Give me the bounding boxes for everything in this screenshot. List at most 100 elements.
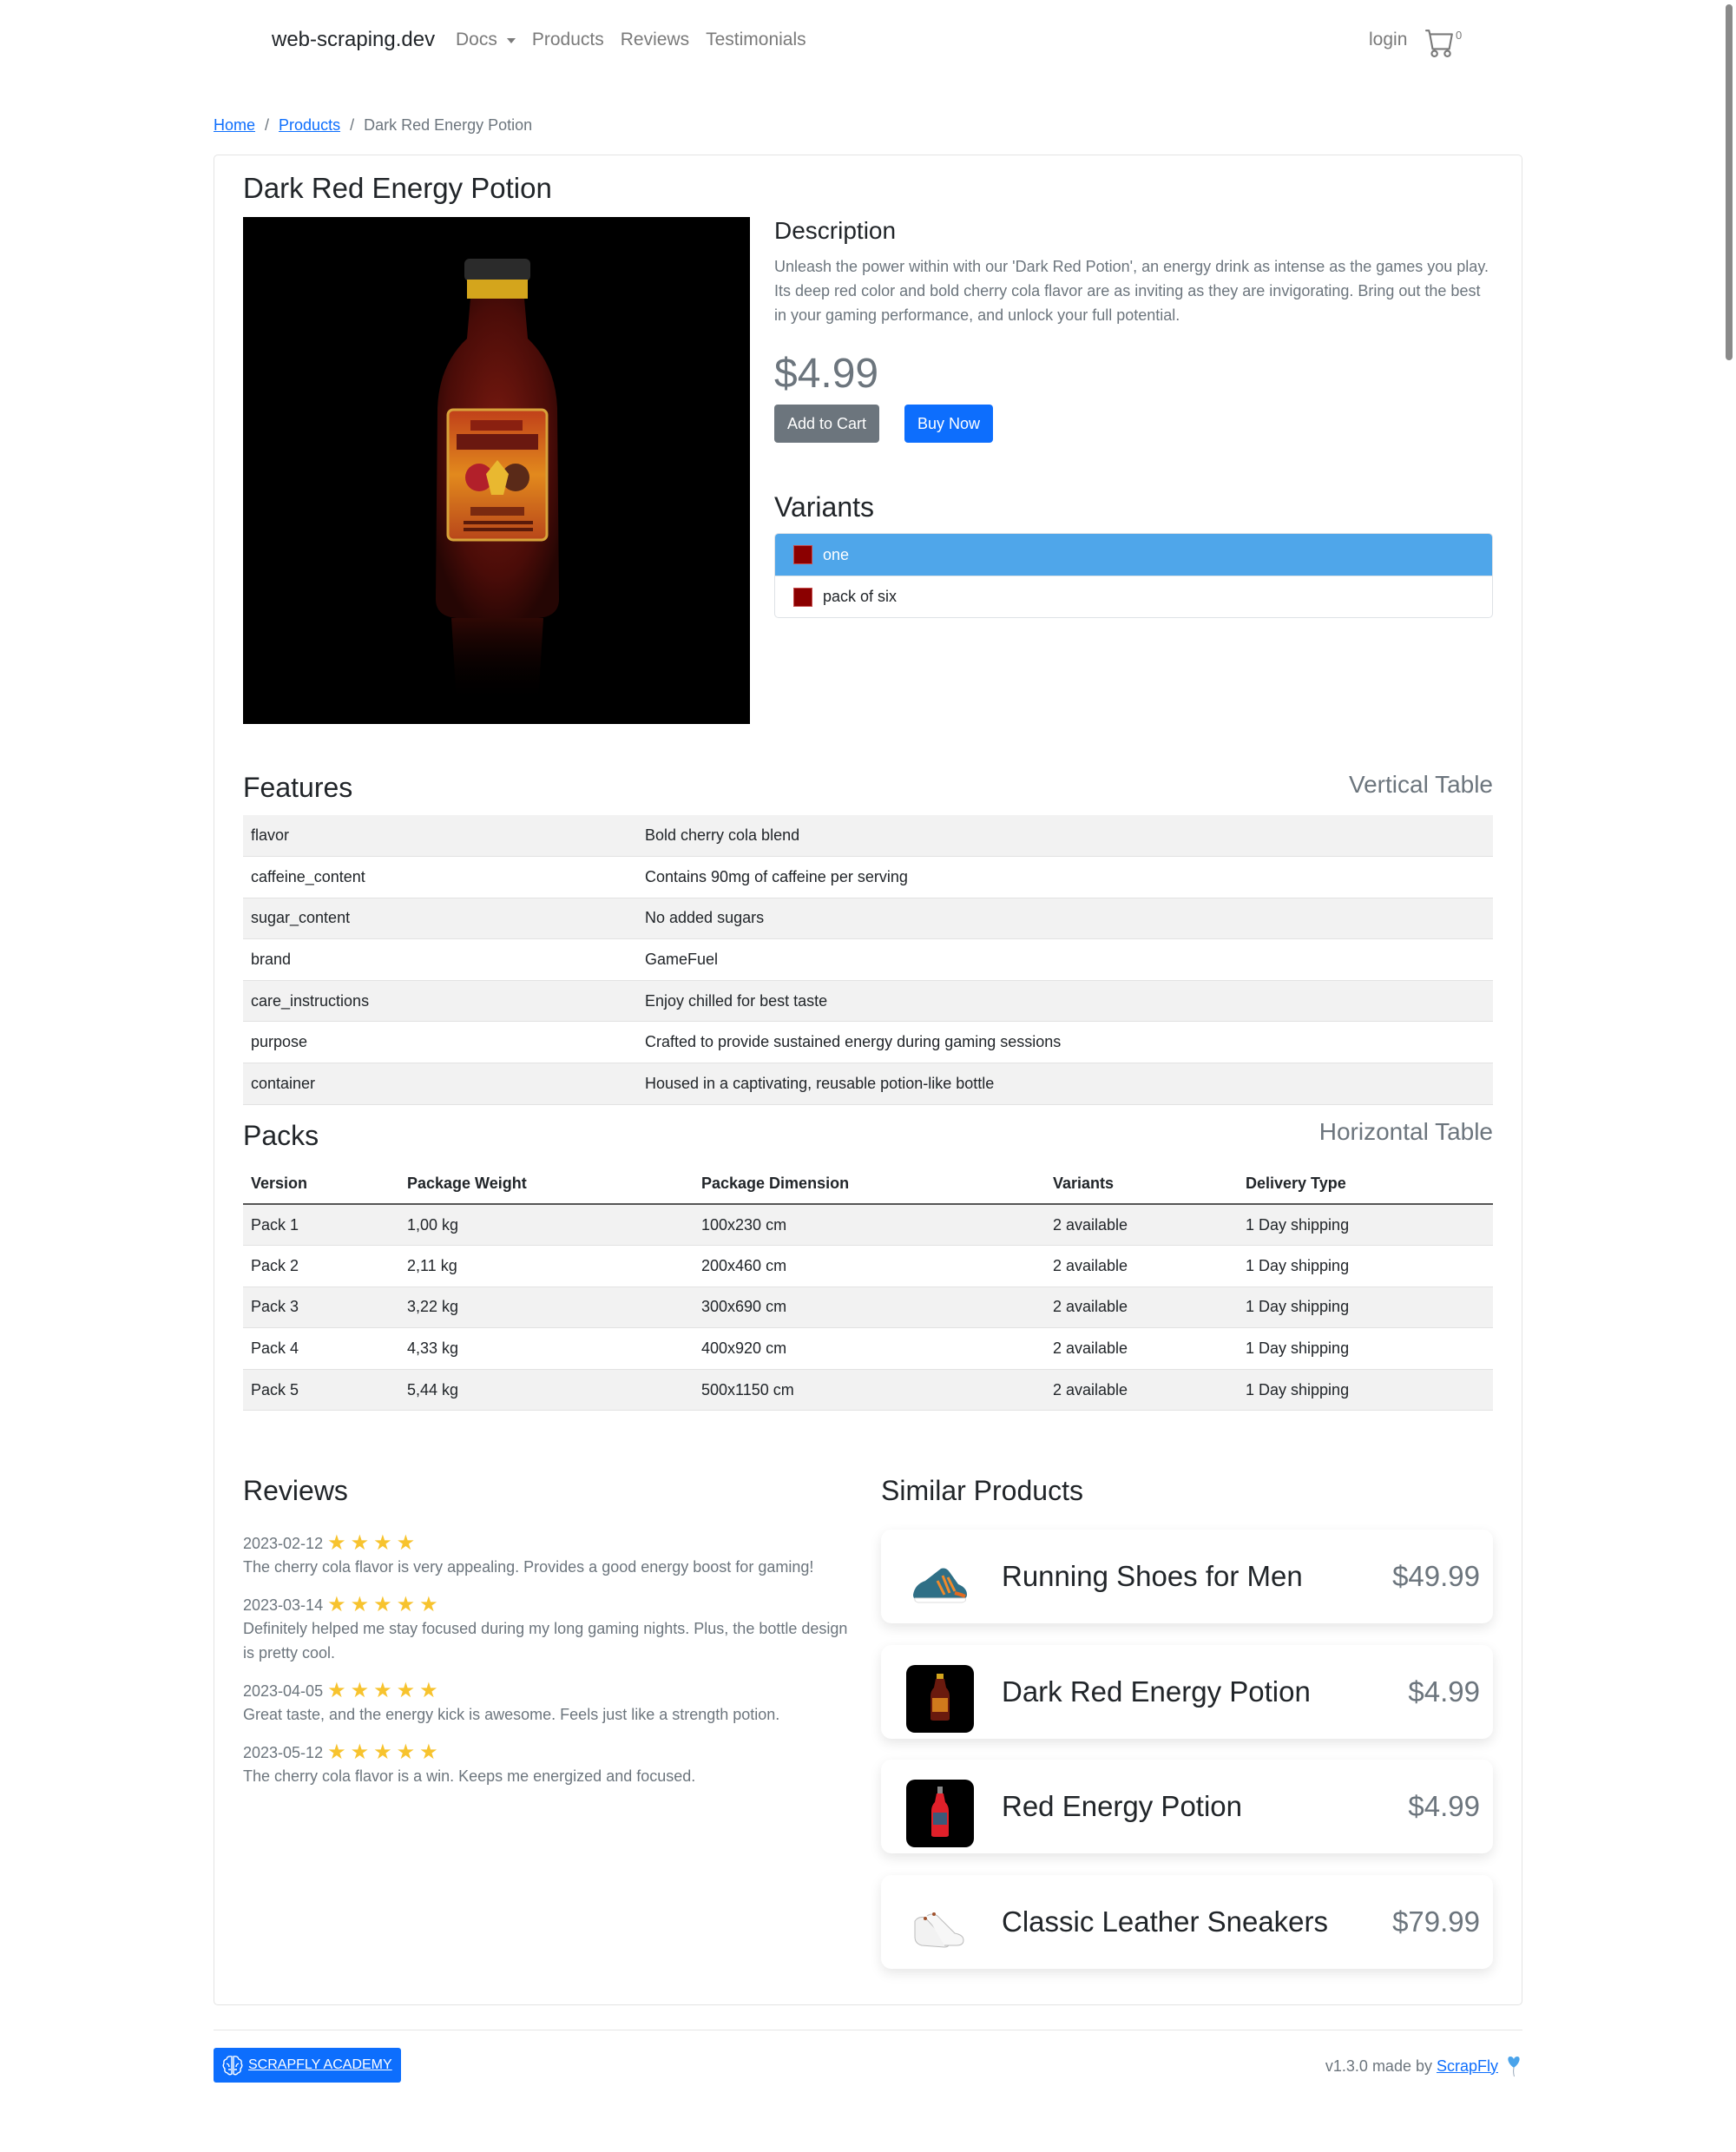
variant-option-pack-of-six[interactable]: pack of six: [775, 576, 1492, 617]
star-icon: ★: [396, 1531, 416, 1555]
similar-product-card[interactable]: Classic Leather Sneakers $79.99: [881, 1874, 1493, 1969]
packs-header-row: Version Package Weight Package Dimension…: [243, 1163, 1493, 1205]
feature-value: No added sugars: [637, 898, 1493, 940]
star-icon: ★: [327, 1531, 346, 1555]
nav-testimonials[interactable]: Testimonials: [706, 30, 806, 50]
pack-cell: Pack 3: [243, 1287, 399, 1329]
reviews-heading: Reviews: [243, 1475, 348, 1506]
review-item: 2023-04-05 ★ ★ ★ ★ ★ Great taste, and the ener…: [243, 1680, 851, 1727]
review-date: 2023-05-12: [243, 1743, 324, 1761]
review-rating: ★ ★ ★ ★: [327, 1533, 419, 1554]
features-heading: Features: [243, 772, 353, 803]
pack-row: Pack 2 2,11 kg 200x460 cm 2 available 1 Day …: [243, 1245, 1493, 1287]
star-icon: ★: [396, 1741, 416, 1764]
pack-cell: Pack 2: [243, 1245, 399, 1287]
review-date: 2023-03-14: [243, 1596, 324, 1614]
feature-key: container: [243, 1063, 637, 1105]
pack-cell: 2 available: [1045, 1245, 1238, 1287]
review-date: 2023-04-05: [243, 1681, 324, 1700]
column-header: Package Dimension: [694, 1163, 1045, 1205]
chevron-down-icon: [506, 38, 516, 43]
pack-row: Pack 3 3,22 kg 300x690 cm 2 available 1 Day …: [243, 1287, 1493, 1329]
pack-cell: 5,44 kg: [399, 1369, 694, 1412]
add-to-cart-button[interactable]: Add to Cart: [774, 405, 880, 443]
nav-products[interactable]: Products: [532, 30, 604, 50]
pack-cell: 1 Day shipping: [1238, 1369, 1493, 1412]
pack-cell: 1 Day shipping: [1238, 1245, 1493, 1287]
color-swatch: [793, 545, 812, 564]
pack-row: Pack 4 4,33 kg 400x920 cm 2 available 1 Day …: [243, 1327, 1493, 1370]
pack-cell: 1 Day shipping: [1238, 1287, 1493, 1329]
color-swatch: [793, 587, 812, 607]
column-header: Variants: [1045, 1163, 1238, 1205]
review-item: 2023-03-14 ★ ★ ★ ★ ★ Definitely helped me stay…: [243, 1594, 851, 1665]
review-item: 2023-02-12 ★ ★ ★ ★ The cherry cola flavor is …: [243, 1532, 851, 1579]
review-text: The cherry cola flavor is a win. Keeps m…: [243, 1767, 696, 1785]
star-icon: ★: [373, 1741, 392, 1764]
similar-product-card[interactable]: Dark Red Energy Potion $4.99: [881, 1644, 1493, 1739]
variants-heading: Variants: [774, 491, 875, 523]
product-image: [243, 217, 750, 724]
nav-reviews[interactable]: Reviews: [621, 30, 689, 50]
similar-product-price: $49.99: [1392, 1560, 1480, 1592]
feature-value: Housed in a captivating, reusable potion…: [637, 1063, 1493, 1105]
similar-product-card[interactable]: Running Shoes for Men $49.99: [881, 1530, 1493, 1623]
pack-row: Pack 5 5,44 kg 500x1150 cm 2 available 1 Day…: [243, 1369, 1493, 1412]
features-table: flavor Bold cherry cola blend caffeine_con…: [243, 815, 1493, 1105]
academy-label: SCRAPFLY ACADEMY: [248, 2057, 392, 2072]
pack-row: Pack 1 1,00 kg 100x230 cm 2 available 1 Day …: [243, 1204, 1493, 1247]
reviews-list: 2023-02-12 ★ ★ ★ ★ The cherry cola flavor is …: [243, 1532, 851, 1803]
product-description: Unleash the power within with our 'Dark …: [774, 258, 1489, 324]
similar-product-name[interactable]: Running Shoes for Men: [1002, 1560, 1303, 1593]
feature-row: sugar_content No added sugars: [243, 898, 1493, 940]
similar-product-thumbnail: [906, 1664, 974, 1733]
star-icon: ★: [350, 1531, 370, 1555]
pack-cell: 1 Day shipping: [1238, 1327, 1493, 1370]
navbar: web-scraping.dev Docs Products Reviews T…: [0, 0, 1727, 83]
feature-key: flavor: [243, 815, 637, 858]
star-icon: ★: [350, 1741, 370, 1764]
pack-cell: 2 available: [1045, 1369, 1238, 1412]
feature-row: caffeine_content Contains 90mg of caffein…: [243, 856, 1493, 898]
column-header: Version: [243, 1163, 399, 1205]
buy-now-button[interactable]: Buy Now: [904, 405, 994, 443]
pack-cell: 200x460 cm: [694, 1245, 1045, 1287]
breadcrumb-products[interactable]: Products: [279, 116, 340, 135]
review-rating: ★ ★ ★ ★ ★: [327, 1595, 443, 1616]
similar-product-price: $4.99: [1408, 1790, 1480, 1822]
variant-option-one[interactable]: one: [775, 534, 1492, 576]
variant-label: pack of six: [823, 588, 898, 605]
star-icon: ★: [419, 1741, 438, 1764]
star-icon: ★: [327, 1593, 346, 1616]
breadcrumb-home[interactable]: Home: [214, 116, 255, 135]
packs-heading: Packs: [243, 1120, 319, 1151]
nav-docs-dropdown[interactable]: Docs: [456, 30, 516, 50]
similar-product-price: $4.99: [1408, 1675, 1480, 1708]
pack-cell: 100x230 cm: [694, 1204, 1045, 1247]
star-icon: ★: [396, 1679, 416, 1702]
similar-product-name[interactable]: Dark Red Energy Potion: [1002, 1675, 1311, 1708]
similar-product-name[interactable]: Classic Leather Sneakers: [1002, 1905, 1328, 1938]
pack-cell: 3,22 kg: [399, 1287, 694, 1329]
similar-product-thumbnail: [906, 1780, 974, 1847]
feature-key: purpose: [243, 1021, 637, 1064]
version-text: v1.3.0 made by: [1325, 2057, 1432, 2075]
pack-cell: 2 available: [1045, 1204, 1238, 1247]
nav-docs-label: Docs: [456, 30, 497, 49]
similar-product-card[interactable]: Red Energy Potion $4.99: [881, 1760, 1493, 1853]
page-scrollbar[interactable]: [1726, 4, 1733, 360]
breadcrumb-separator: /: [350, 116, 355, 134]
pack-cell: 4,33 kg: [399, 1327, 694, 1370]
variant-label: one: [823, 545, 850, 563]
star-icon: ★: [327, 1679, 346, 1702]
brand-link[interactable]: web-scraping.dev: [272, 28, 435, 52]
login-link[interactable]: login: [1369, 30, 1407, 50]
similar-products-heading: Similar Products: [881, 1475, 1083, 1506]
shopping-cart-icon[interactable]: [1425, 28, 1455, 57]
star-icon: ★: [327, 1741, 346, 1764]
scrapfly-academy-button[interactable]: SCRAPFLY ACADEMY: [214, 2048, 401, 2083]
similar-product-name[interactable]: Red Energy Potion: [1002, 1790, 1242, 1823]
footer-credits: v1.3.0 made by ScrapFly: [1325, 2054, 1522, 2078]
breadcrumb-separator: /: [265, 116, 270, 134]
scrapfly-link[interactable]: ScrapFly: [1437, 2057, 1498, 2076]
